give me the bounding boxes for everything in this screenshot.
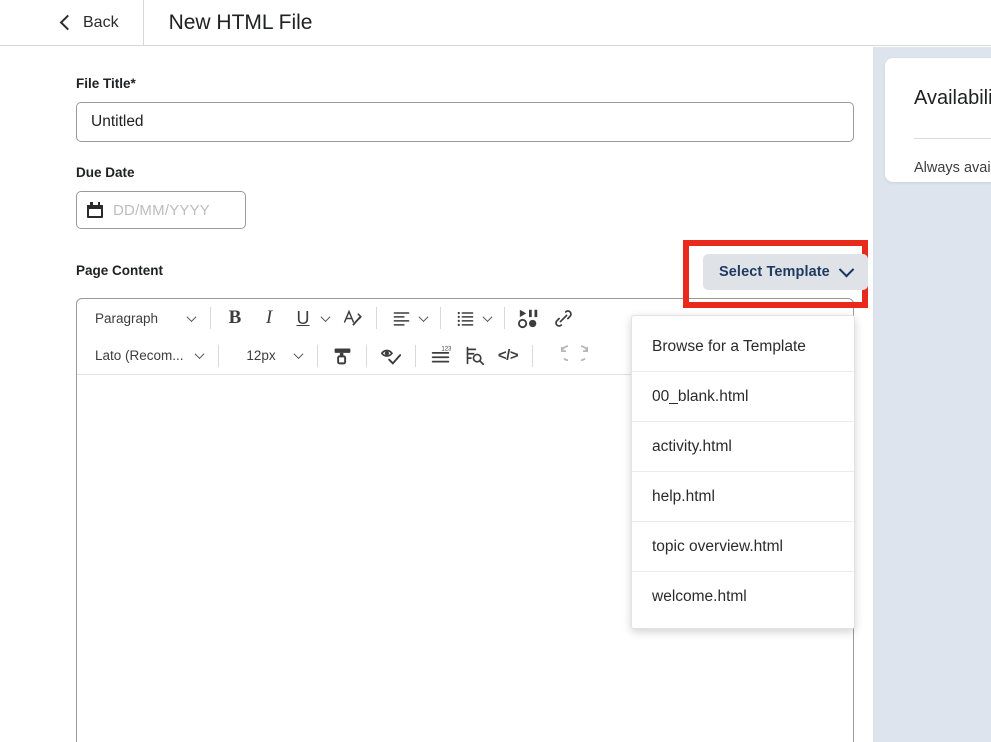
- availability-panel: Availability Always available: [873, 47, 991, 742]
- page-title: New HTML File: [168, 10, 313, 34]
- toolbar-separator: [366, 344, 367, 367]
- due-date-placeholder: DD/MM/YYYY: [113, 201, 211, 219]
- toolbar-separator: [218, 344, 219, 367]
- chevron-down-icon: [194, 349, 205, 360]
- chevron-down-icon: [293, 349, 304, 360]
- menu-item-template[interactable]: 00_blank.html: [632, 372, 854, 422]
- bold-button[interactable]: B: [218, 303, 252, 333]
- menu-item-template[interactable]: welcome.html: [632, 572, 854, 622]
- toolbar-separator: [415, 344, 416, 367]
- redo-icon[interactable]: [574, 341, 608, 371]
- availability-card: Availability Always available: [885, 58, 991, 182]
- format-painter-icon[interactable]: [325, 341, 359, 371]
- menu-item-template[interactable]: help.html: [632, 472, 854, 522]
- align-left-icon[interactable]: [384, 303, 418, 333]
- select-template-button[interactable]: Select Template: [703, 254, 868, 290]
- insert-media-icon[interactable]: [512, 303, 546, 333]
- due-date-label: Due Date: [76, 165, 135, 180]
- paragraph-style-select[interactable]: Paragraph: [87, 304, 203, 332]
- select-template-label: Select Template: [719, 264, 830, 280]
- availability-status: Always available: [914, 160, 991, 176]
- list-control[interactable]: [448, 303, 497, 333]
- page-content-label: Page Content: [76, 263, 164, 278]
- font-family-value: Lato (Recom...: [95, 348, 184, 363]
- underline-button[interactable]: U: [286, 303, 320, 333]
- chevron-down-icon[interactable]: [320, 311, 331, 322]
- link-icon[interactable]: [546, 303, 580, 333]
- availability-title: Availability: [914, 87, 991, 109]
- font-family-select[interactable]: Lato (Recom...: [87, 342, 211, 370]
- find-replace-icon[interactable]: [457, 341, 491, 371]
- template-dropdown-menu: Browse for a Template 00_blank.html acti…: [631, 315, 855, 629]
- chevron-down-icon: [186, 311, 197, 322]
- chevron-down-icon[interactable]: [482, 311, 493, 322]
- toolbar-separator: [532, 344, 533, 367]
- source-code-icon[interactable]: </>: [491, 341, 525, 371]
- header-divider: [142, 0, 144, 46]
- font-size-select[interactable]: 12px: [226, 342, 310, 370]
- align-control[interactable]: [384, 303, 433, 333]
- app-header: Back New HTML File: [0, 0, 991, 46]
- numbered-list-icon[interactable]: 123: [423, 341, 457, 371]
- font-size-value: 12px: [246, 348, 276, 363]
- clear-formatting-icon[interactable]: [335, 303, 369, 333]
- due-date-field[interactable]: DD/MM/YYYY: [76, 191, 246, 229]
- menu-item-template[interactable]: topic overview.html: [632, 522, 854, 572]
- required-marker: *: [130, 76, 136, 91]
- file-title-label-text: File Title: [76, 76, 131, 91]
- toolbar-separator: [210, 307, 211, 329]
- chevron-left-icon: [59, 14, 76, 31]
- svg-text:123: 123: [441, 345, 451, 352]
- calendar-icon: [87, 202, 103, 218]
- italic-button[interactable]: I: [252, 303, 286, 333]
- bullet-list-icon[interactable]: [448, 303, 482, 333]
- chevron-down-icon: [838, 261, 855, 277]
- back-button[interactable]: Back: [59, 0, 119, 46]
- toolbar-separator: [440, 307, 441, 329]
- availability-divider: [914, 138, 991, 139]
- undo-icon[interactable]: [540, 341, 574, 371]
- accessibility-check-icon[interactable]: [374, 341, 408, 371]
- file-title-label: File Title*: [76, 76, 136, 91]
- toolbar-separator: [317, 344, 318, 367]
- menu-item-template[interactable]: activity.html: [632, 422, 854, 472]
- toolbar-separator: [376, 307, 377, 329]
- toolbar-separator: [504, 307, 505, 329]
- file-title-input[interactable]: [76, 102, 854, 142]
- underline-control[interactable]: U: [286, 303, 335, 333]
- chevron-down-icon[interactable]: [418, 311, 429, 322]
- back-button-label: Back: [83, 13, 119, 31]
- paragraph-style-value: Paragraph: [95, 310, 159, 326]
- menu-item-browse-template[interactable]: Browse for a Template: [632, 322, 854, 372]
